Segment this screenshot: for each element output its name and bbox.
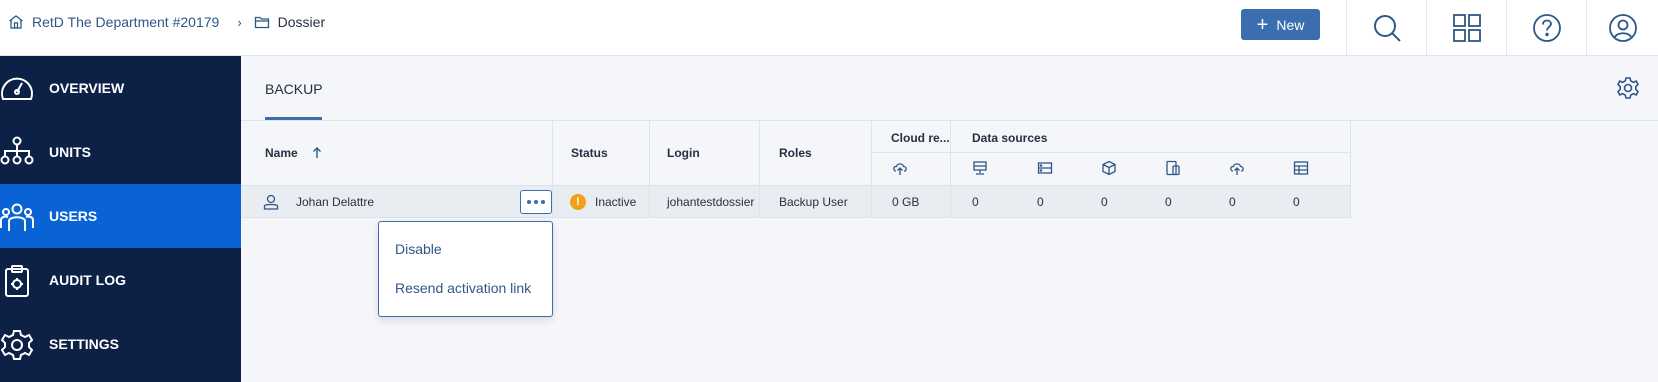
account-button[interactable] <box>1586 0 1658 56</box>
column-header-status[interactable]: Status <box>571 146 608 160</box>
new-button[interactable]: + New <box>1241 9 1320 40</box>
column-divider <box>950 121 951 185</box>
mobile-device-icon <box>1166 160 1180 176</box>
sidebar-item-audit-log[interactable]: AUDIT LOG <box>0 248 241 312</box>
sidebar-label-settings: SETTINGS <box>49 336 120 352</box>
subheader-divider <box>871 152 1351 153</box>
warning-icon: ! <box>570 194 586 210</box>
cell-source-mobile: 0 <box>1165 195 1172 209</box>
virtual-machine-icon <box>1102 160 1116 176</box>
menu-item-disable[interactable]: Disable <box>395 241 442 257</box>
column-divider <box>649 186 650 217</box>
gear-icon[interactable] <box>1616 76 1640 100</box>
apps-button[interactable] <box>1426 0 1506 56</box>
user-account-icon <box>1608 14 1637 42</box>
dot <box>534 200 538 204</box>
help-icon <box>1532 14 1561 42</box>
table-icon <box>1293 161 1309 175</box>
cell-source-vm: 0 <box>1101 195 1108 209</box>
cloud-storage-icon <box>893 163 907 175</box>
table-row[interactable]: Johan Delattre ! Inactive johantestdossi… <box>241 185 1351 218</box>
sidebar-item-overview[interactable]: OVERVIEW <box>0 56 241 120</box>
settings-icon <box>0 330 34 360</box>
column-divider <box>759 186 760 217</box>
sidebar-label-units: UNITS <box>49 144 91 160</box>
cell-source-server: 0 <box>1037 195 1044 209</box>
breadcrumb-label-dossier[interactable]: Dossier <box>278 14 325 30</box>
column-divider <box>950 186 951 217</box>
plus-icon: + <box>1256 13 1269 36</box>
sidebar-item-settings[interactable]: SETTINGS <box>0 312 241 376</box>
dot <box>527 200 531 204</box>
sidebar-label-overview: OVERVIEW <box>49 80 125 96</box>
column-divider <box>871 186 872 217</box>
new-button-label: New <box>1276 16 1305 33</box>
users-icon <box>0 203 34 231</box>
workstation-icon <box>973 161 987 175</box>
menu-item-resend-activation[interactable]: Resend activation link <box>395 280 531 296</box>
cell-source-table: 0 <box>1293 195 1300 209</box>
cell-name[interactable]: Johan Delattre <box>296 195 374 209</box>
search-icon <box>1373 15 1401 42</box>
column-divider <box>759 121 760 185</box>
cell-roles: Backup User <box>779 195 848 209</box>
hierarchy-icon <box>0 136 34 165</box>
column-header-login[interactable]: Login <box>667 146 700 160</box>
breadcrumb-item-department[interactable]: RetD The Department #20179 <box>8 14 219 30</box>
column-divider <box>1350 186 1351 217</box>
folder-icon <box>254 16 269 29</box>
cell-cloud: 0 GB <box>892 195 920 209</box>
audit-log-icon <box>5 265 29 297</box>
dot <box>541 200 545 204</box>
column-divider <box>552 121 553 185</box>
sidebar-label-audit-log: AUDIT LOG <box>49 272 126 288</box>
more-actions-button[interactable] <box>520 190 552 214</box>
tab-backup[interactable]: BACKUP <box>265 81 323 97</box>
column-label-name: Name <box>265 146 298 160</box>
sidebar: OVERVIEW UNITS USERS AUDIT LOG SETTINGS <box>0 56 241 382</box>
column-header-data-sources: Data sources <box>972 131 1048 145</box>
sidebar-label-users: USERS <box>49 208 98 224</box>
main-content: BACKUP Name Status Login Roles Cloud re.… <box>241 56 1658 382</box>
top-bar: RetD The Department #20179 › Dossier + N… <box>0 0 1658 56</box>
column-divider <box>552 186 553 217</box>
building-icon <box>9 15 23 29</box>
breadcrumb-label-department[interactable]: RetD The Department #20179 <box>32 14 219 30</box>
table-header: Name Status Login Roles Cloud re... Data… <box>241 121 1351 185</box>
sort-ascending-icon <box>312 147 321 158</box>
row-actions-menu: Disable Resend activation link <box>378 221 553 317</box>
cell-login: johantestdossier <box>667 195 755 209</box>
column-header-roles[interactable]: Roles <box>779 146 812 160</box>
column-divider <box>871 121 872 185</box>
cloud-upload-icon <box>1230 163 1244 175</box>
server-icon <box>1037 162 1053 174</box>
sidebar-item-units[interactable]: UNITS <box>0 120 241 184</box>
search-button[interactable] <box>1346 0 1426 56</box>
column-header-cloud[interactable]: Cloud re... <box>891 131 950 145</box>
column-divider <box>1350 121 1351 185</box>
column-divider <box>649 121 650 185</box>
breadcrumb-item-dossier[interactable]: Dossier <box>254 14 325 30</box>
cell-source-workstation: 0 <box>972 195 979 209</box>
apps-grid-icon <box>1452 14 1481 42</box>
sidebar-item-users[interactable]: USERS <box>0 184 241 248</box>
breadcrumb: RetD The Department #20179 › Dossier <box>8 12 325 32</box>
dashboard-icon <box>1 77 33 100</box>
column-header-name[interactable]: Name <box>265 146 322 160</box>
cell-status: Inactive <box>595 195 637 209</box>
user-icon <box>263 194 279 210</box>
chevron-right-icon: › <box>237 14 242 30</box>
cell-source-cloud: 0 <box>1229 195 1236 209</box>
help-button[interactable] <box>1506 0 1586 56</box>
